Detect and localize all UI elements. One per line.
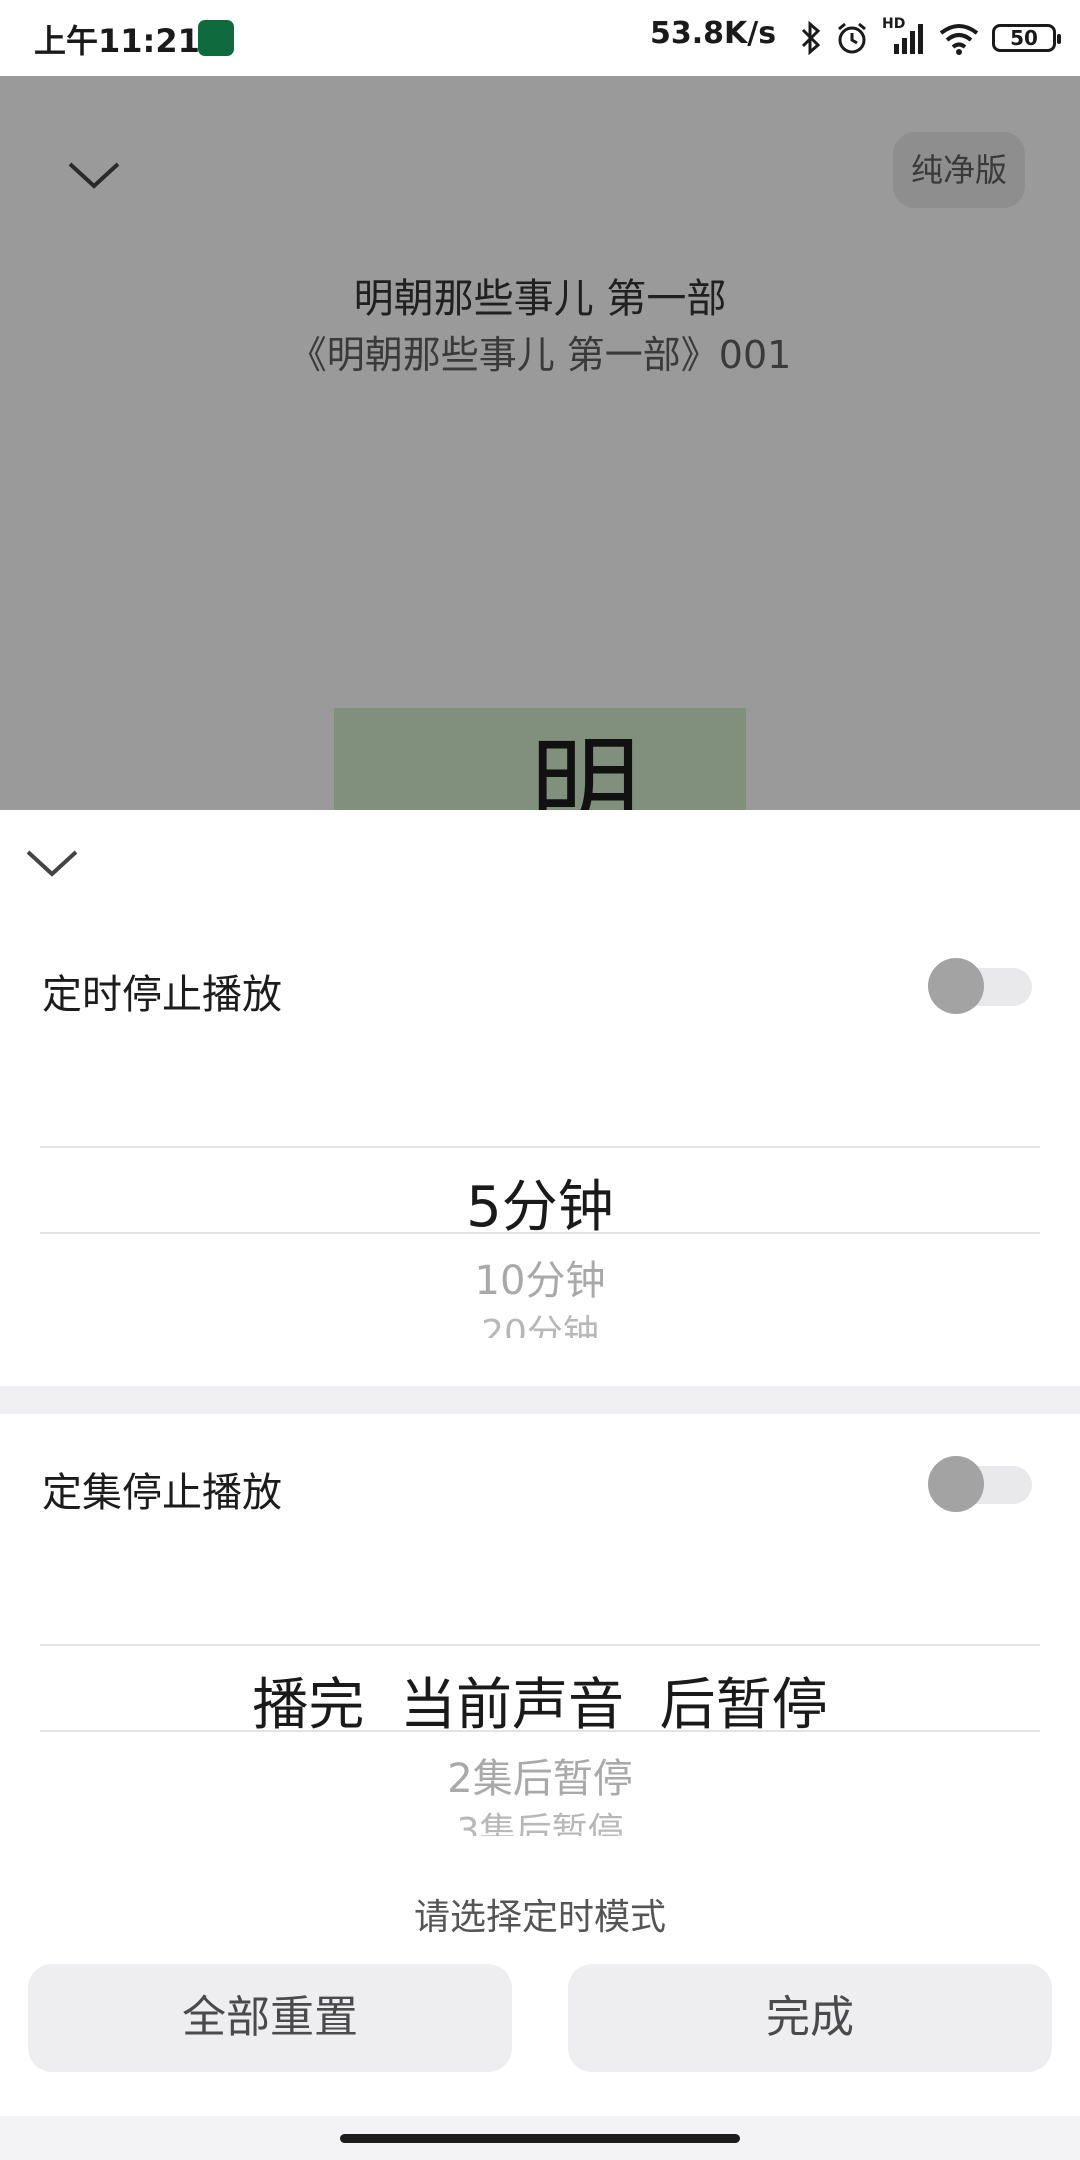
timer-stop-label: 定时停止播放: [42, 972, 282, 1018]
battery-icon: 50: [992, 24, 1061, 52]
timer-stop-toggle[interactable]: [928, 958, 1032, 1014]
picker-bottom-line: [40, 1232, 1040, 1234]
done-button[interactable]: 完成: [568, 1964, 1052, 2072]
player-background: 纯净版 明朝那些事儿 第一部 《明朝那些事儿 第一部》001 明: [0, 76, 1080, 888]
episode-stop-toggle[interactable]: [928, 1456, 1032, 1512]
section-divider: [0, 1386, 1080, 1414]
picker-top-line: [40, 1146, 1040, 1148]
status-bar: 上午11:21 53.8K/s HD 50: [0, 0, 1080, 76]
pure-mode-button[interactable]: 纯净版: [893, 132, 1025, 208]
toggle-knob: [928, 1456, 984, 1512]
toggle-knob: [928, 958, 984, 1014]
picker-option[interactable]: 2集后暂停: [40, 1746, 1040, 1804]
picker-option[interactable]: 10分钟: [40, 1248, 1040, 1306]
player-collapse-chevron-down-icon[interactable]: [66, 156, 122, 196]
reset-all-button[interactable]: 全部重置: [28, 1964, 512, 2072]
home-indicator[interactable]: [340, 2134, 740, 2143]
sheet-collapse-chevron-down-icon[interactable]: [24, 844, 80, 884]
navigation-bar: [0, 2116, 1080, 2160]
picker-bottom-line: [40, 1730, 1040, 1732]
episode-title: 《明朝那些事儿 第一部》001: [288, 333, 792, 377]
album-title: 明朝那些事儿 第一部: [353, 276, 727, 322]
hd-label: HD: [882, 16, 906, 32]
picker-option[interactable]: 20分钟: [40, 1312, 1040, 1338]
alarm-icon: [838, 22, 866, 54]
wifi-icon: [939, 24, 979, 55]
picker-selected-option: 播完 当前声音 后暂停: [252, 1673, 828, 1738]
app-icon: [198, 20, 234, 56]
picker-option[interactable]: 3集后暂停: [40, 1810, 1040, 1836]
picker-top-line: [40, 1644, 1040, 1646]
bluetooth-icon: [801, 21, 821, 55]
timer-bottom-sheet: 定时停止播放 5分钟 10分钟 20分钟 定集停止播放 播完 当前声音 后暂停 …: [0, 810, 1080, 2160]
episode-stop-label: 定集停止播放: [42, 1470, 282, 1516]
picker-selected-option: 5分钟: [466, 1175, 614, 1240]
status-time: 上午11:21: [34, 22, 200, 60]
status-icons: HD 50: [800, 16, 1061, 58]
signal-icon: HD: [882, 16, 926, 56]
network-speed: 53.8K/s: [650, 16, 777, 51]
timer-mode-hint: 请选择定时模式: [413, 1897, 666, 1938]
